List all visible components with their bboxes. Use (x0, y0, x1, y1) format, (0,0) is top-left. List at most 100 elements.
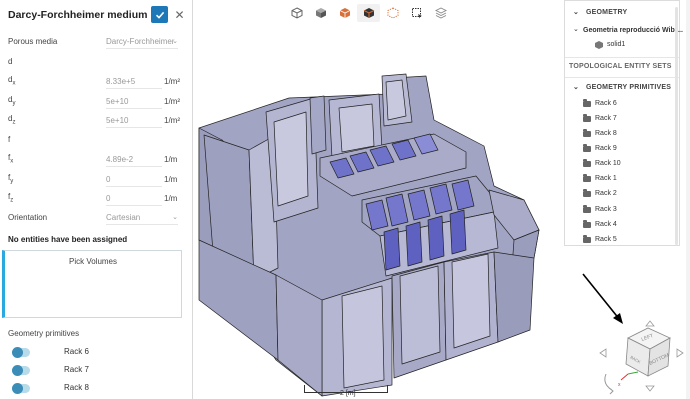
scrollbar[interactable] (675, 7, 678, 245)
model-chimney (309, 95, 327, 155)
fz-unit: 1/m (164, 193, 178, 203)
axis-x-icon (620, 373, 629, 381)
folder-icon (583, 189, 591, 197)
rotate-up-icon (645, 320, 655, 327)
f-group-row: f (8, 130, 178, 148)
primitive-label: Rack 6 (64, 347, 89, 356)
fy-label: fy (8, 173, 14, 185)
primitive-label: Rack 8 (64, 383, 89, 392)
orientation-row: Orientation Cartesian ⌄ (8, 208, 178, 226)
geometry-section-header[interactable]: ⌄ GEOMETRY (565, 7, 679, 21)
topological-sets-header[interactable]: TOPOLOGICAL ENTITY SETS (569, 63, 672, 70)
orientation-value: Cartesian (106, 212, 141, 222)
close-icon: ✕ (174, 7, 185, 22)
fz-row: fz 0 1/m (8, 189, 178, 207)
geometry-primitives-label: Geometry primitives (8, 329, 80, 338)
chevron-down-icon: ⌄ (573, 26, 579, 33)
folder-icon (583, 159, 591, 167)
orbit-icon (604, 373, 614, 395)
fz-input[interactable]: 0 (106, 191, 162, 206)
pick-volumes-box[interactable]: Pick Volumes (2, 250, 182, 318)
dz-input[interactable]: 5e+10 (106, 113, 162, 128)
fx-input[interactable]: 4.89e-2 (106, 152, 162, 167)
folder-icon (583, 114, 591, 122)
fz-label: fz (8, 192, 14, 204)
properties-panel: Darcy-Forchheimer medium 1 ✕ Porous medi… (0, 0, 193, 399)
orientation-label: Orientation (8, 212, 48, 222)
model-rack-front-slot (405, 221, 423, 267)
d-group-row: d (8, 52, 178, 70)
dx-row: dx 8.33e+5 1/m² (8, 72, 180, 90)
primitive-toggle-row: Rack 7 (8, 364, 178, 378)
dy-label: dy (8, 95, 16, 107)
right-edge-gutter (686, 0, 690, 399)
primitive-label: Rack 7 (64, 365, 89, 374)
caret-down-icon: ⌄ (172, 213, 178, 221)
navigation-cube[interactable]: LEFT BACK BOTTOM x (598, 318, 686, 396)
dy-input[interactable]: 5e+10 (106, 94, 162, 109)
porous-media-row: Porous media Darcy-Forchheimer ⌄ (8, 32, 178, 50)
orientation-select[interactable]: Cartesian ⌄ (106, 210, 178, 225)
rotate-down-icon (645, 385, 655, 392)
confirm-button[interactable] (151, 6, 168, 23)
dy-row: dy 5e+10 1/m² (8, 92, 180, 110)
primitive-toggle-row: Rack 8 (8, 382, 178, 396)
folder-icon (583, 174, 591, 182)
close-button[interactable]: ✕ (172, 6, 187, 23)
fx-label: fx (8, 153, 14, 165)
dx-unit: 1/m² (164, 76, 180, 86)
model-rack-front-slot (449, 209, 467, 255)
folder-icon (583, 220, 591, 228)
check-icon (155, 11, 164, 19)
dx-input[interactable]: 8.33e+5 (106, 74, 162, 89)
chevron-down-icon: ⌄ (573, 9, 580, 16)
f-group-label: f (8, 134, 11, 144)
pick-volumes-label: Pick Volumes (68, 257, 118, 266)
d-group-label: d (8, 56, 13, 66)
rotate-right-icon (676, 348, 684, 358)
toggle-icon[interactable] (12, 347, 30, 358)
fy-row: fy 0 1/m (8, 170, 178, 188)
dx-label: dx (8, 75, 16, 87)
axis-y-icon (627, 371, 639, 375)
scale-label: 2 [m] (340, 390, 356, 397)
axis-x-label: x (618, 382, 621, 388)
no-entities-message: No entities have been assigned (8, 235, 128, 244)
fx-unit: 1/m (164, 154, 178, 164)
porous-media-select[interactable]: Darcy-Forchheimer ⌄ (106, 34, 178, 49)
model-rear-block-window (273, 111, 309, 207)
folder-icon (583, 205, 591, 213)
model-rack-front-slot (427, 215, 445, 261)
primitives-section-header[interactable]: ⌄ GEOMETRY PRIMITIVES (565, 82, 679, 96)
panel-title: Darcy-Forchheimer medium 1 (8, 9, 157, 21)
toggle-icon[interactable] (12, 383, 30, 394)
dz-label: dz (8, 114, 16, 126)
dy-unit: 1/m² (164, 96, 180, 106)
model-front-bay-inner (399, 265, 441, 365)
folder-icon (583, 235, 591, 243)
model-front-wall-inner (341, 285, 385, 389)
porous-media-value: Darcy-Forchheimer (106, 36, 175, 46)
folder-icon (583, 129, 591, 137)
folder-icon (583, 99, 591, 107)
model-middle-tower-window (338, 103, 375, 153)
panel-header: Darcy-Forchheimer medium 1 ✕ (0, 0, 192, 30)
rotate-left-icon (599, 348, 607, 358)
toggle-icon[interactable] (12, 365, 30, 376)
fx-row: fx 4.89e-2 1/m (8, 150, 178, 168)
model-chimney-right-inner (385, 79, 407, 121)
solid-icon (595, 41, 603, 49)
caret-down-icon: ⌄ (172, 37, 178, 45)
primitive-toggle-row: Rack 6 (8, 346, 178, 360)
dz-unit: 1/m² (164, 115, 180, 125)
model-rack-front-slot (383, 227, 401, 271)
model-front-right-inner (451, 253, 491, 349)
geometry-tree-panel: ⌄ GEOMETRY ⌄ Geometria reproducció Wibr.… (564, 0, 683, 246)
porous-media-label: Porous media (8, 36, 58, 46)
folder-icon (583, 144, 591, 152)
fy-input[interactable]: 0 (106, 172, 162, 187)
chevron-down-icon: ⌄ (573, 84, 580, 91)
model-right-face (493, 251, 535, 343)
fy-unit: 1/m (164, 174, 178, 184)
dz-row: dz 5e+10 1/m² (8, 111, 180, 129)
